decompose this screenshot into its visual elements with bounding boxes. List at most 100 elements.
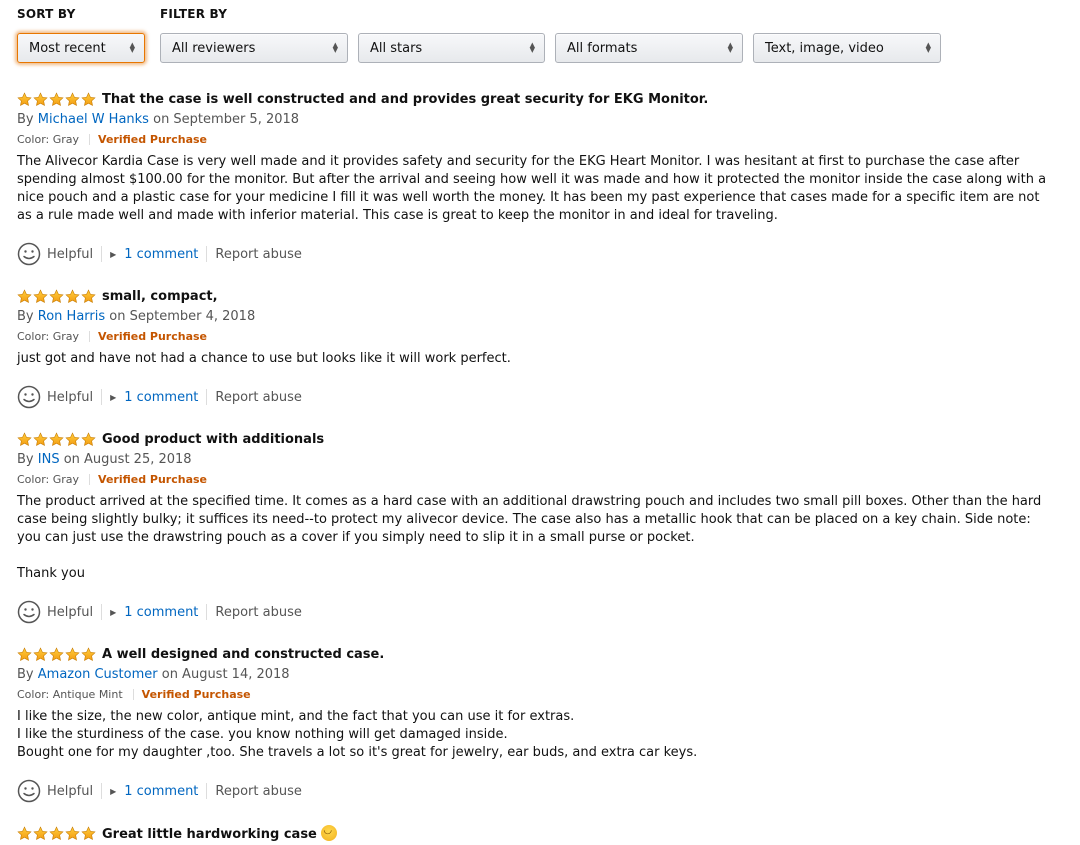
- media-filter-value: Text, image, video: [765, 41, 884, 56]
- review-meta: Color: Gray Verified Purchase: [17, 132, 1047, 146]
- format-filter-select[interactable]: All formats ▲ ▼: [555, 33, 743, 63]
- divider: [206, 389, 208, 405]
- review-meta: Color: Gray Verified Purchase: [17, 329, 1047, 343]
- review-color[interactable]: Color: Gray: [17, 473, 79, 486]
- report-abuse-link[interactable]: Report abuse: [215, 784, 301, 799]
- divider: [206, 246, 208, 262]
- review-color[interactable]: Color: Gray: [17, 330, 79, 343]
- comments-count: 1 comment: [124, 246, 199, 262]
- helpful-label: Helpful: [47, 389, 94, 405]
- review-title[interactable]: Good product with additionals: [102, 432, 324, 447]
- comments-toggle[interactable]: ▶ 1 comment: [110, 784, 198, 799]
- verified-purchase-badge[interactable]: Verified Purchase: [98, 133, 207, 146]
- divider: [101, 389, 103, 405]
- select-arrows-icon: ▲ ▼: [529, 41, 535, 54]
- review-meta: Color: Gray Verified Purchase: [17, 472, 1047, 486]
- five-star-rating-icon[interactable]: [17, 432, 96, 447]
- verified-purchase-badge[interactable]: Verified Purchase: [98, 473, 207, 486]
- reviewer-filter-value: All reviewers: [172, 41, 256, 56]
- review-author-link[interactable]: Ron Harris: [38, 309, 105, 324]
- helpful-button[interactable]: Helpful: [17, 385, 93, 409]
- helpful-button[interactable]: Helpful: [17, 779, 93, 803]
- review-body: The product arrived at the specified tim…: [17, 494, 1042, 581]
- divider: [89, 133, 91, 145]
- comments-count: 1 comment: [124, 389, 199, 405]
- review-author-link[interactable]: Amazon Customer: [38, 667, 158, 682]
- comments-toggle[interactable]: ▶ 1 comment: [110, 247, 198, 262]
- helpful-button[interactable]: Helpful: [17, 242, 93, 266]
- divider: [132, 688, 134, 700]
- review-date: on August 14, 2018: [161, 667, 290, 682]
- helpful-button[interactable]: Helpful: [17, 600, 93, 624]
- review-date: on August 25, 2018: [63, 452, 192, 467]
- helpful-label: Helpful: [47, 604, 94, 620]
- divider: [101, 783, 103, 799]
- verified-purchase-badge[interactable]: Verified Purchase: [142, 688, 251, 701]
- format-filter-value: All formats: [567, 41, 638, 56]
- divider: [206, 604, 208, 620]
- review-item: That the case is well constructed and an…: [17, 90, 1047, 225]
- review-body: just got and have not had a chance to us…: [17, 351, 511, 366]
- review-title[interactable]: A well designed and constructed case.: [102, 647, 384, 662]
- review-title[interactable]: Great little hardworking case: [102, 824, 337, 842]
- divider: [89, 330, 91, 342]
- by-prefix: By: [17, 112, 34, 127]
- verified-purchase-badge[interactable]: Verified Purchase: [98, 330, 207, 343]
- review-byline: By Michael W Hanks on September 5, 2018: [17, 112, 1047, 128]
- divider: [101, 604, 103, 620]
- comments-count: 1 comment: [124, 604, 199, 620]
- star-filter-select[interactable]: All stars ▲ ▼: [358, 33, 545, 63]
- review-item: small, compact, By Ron Harris on Septemb…: [17, 287, 1047, 368]
- reviewer-filter-select[interactable]: All reviewers ▲ ▼: [160, 33, 348, 63]
- report-abuse-link[interactable]: Report abuse: [215, 247, 301, 262]
- review-byline: By Amazon Customer on August 14, 2018: [17, 667, 1047, 683]
- comments-count: 1 comment: [124, 783, 199, 799]
- filter-by-label: FILTER BY: [160, 7, 228, 21]
- report-abuse-link[interactable]: Report abuse: [215, 390, 301, 405]
- review-title-text: Great little hardworking case: [102, 826, 317, 842]
- comments-toggle[interactable]: ▶ 1 comment: [110, 605, 198, 620]
- review-actions: Helpful ▶ 1 comment Report abuse: [17, 779, 302, 803]
- helpful-label: Helpful: [47, 783, 94, 799]
- review-author-link[interactable]: Michael W Hanks: [38, 112, 149, 127]
- review-actions: Helpful ▶ 1 comment Report abuse: [17, 600, 302, 624]
- review-color[interactable]: Color: Gray: [17, 133, 79, 146]
- select-arrows-icon: ▲ ▼: [129, 41, 135, 54]
- review-meta: Color: Antique Mint Verified Purchase: [17, 687, 1047, 701]
- review-author-link[interactable]: INS: [38, 452, 60, 467]
- comments-toggle[interactable]: ▶ 1 comment: [110, 390, 198, 405]
- caret-right-icon: ▶: [110, 607, 117, 617]
- divider: [206, 783, 208, 799]
- review-byline: By Ron Harris on September 4, 2018: [17, 309, 1047, 325]
- helpful-label: Helpful: [47, 246, 94, 262]
- five-star-rating-icon[interactable]: [17, 826, 96, 841]
- sort-select[interactable]: Most recent ▲ ▼: [17, 33, 145, 63]
- review-body: The Alivecor Kardia Case is very well ma…: [17, 154, 1047, 223]
- review-title[interactable]: That the case is well constructed and an…: [102, 92, 708, 107]
- by-prefix: By: [17, 667, 34, 682]
- review-title[interactable]: small, compact,: [102, 289, 218, 304]
- smiley-face-icon: [17, 385, 41, 409]
- five-star-rating-icon[interactable]: [17, 92, 96, 107]
- caret-right-icon: ▶: [110, 249, 117, 259]
- report-abuse-link[interactable]: Report abuse: [215, 605, 301, 620]
- review-actions: Helpful ▶ 1 comment Report abuse: [17, 242, 302, 266]
- select-arrows-icon: ▲ ▼: [332, 41, 338, 54]
- five-star-rating-icon[interactable]: [17, 647, 96, 662]
- review-byline: By INS on August 25, 2018: [17, 452, 1047, 468]
- review-color[interactable]: Color: Antique Mint: [17, 688, 123, 701]
- review-date: on September 5, 2018: [153, 112, 300, 127]
- smiley-face-icon: [17, 242, 41, 266]
- caret-right-icon: ▶: [110, 786, 117, 796]
- smiling-face-emoji-icon: [320, 824, 337, 841]
- five-star-rating-icon[interactable]: [17, 289, 96, 304]
- star-filter-value: All stars: [370, 41, 423, 56]
- sort-filter-toolbar: SORT BY FILTER BY Most recent ▲ ▼ All rev…: [0, 0, 1080, 80]
- divider: [89, 473, 91, 485]
- media-filter-select[interactable]: Text, image, video ▲ ▼: [753, 33, 941, 63]
- review-date: on September 4, 2018: [109, 309, 256, 324]
- by-prefix: By: [17, 309, 34, 324]
- sort-by-label: SORT BY: [17, 7, 76, 21]
- review-item: Good product with additionals By INS on …: [17, 430, 1047, 583]
- select-arrows-icon: ▲ ▼: [727, 41, 733, 54]
